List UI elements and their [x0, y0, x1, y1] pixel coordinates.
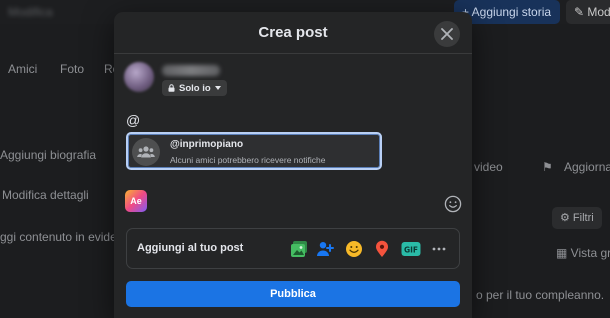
tab-photos[interactable]: Foto: [60, 62, 84, 76]
photo-icon: [291, 241, 307, 257]
grid-view-button[interactable]: ▦ Vista gri: [556, 246, 610, 260]
location-button[interactable]: [372, 239, 392, 259]
dialog-header: Crea post: [114, 12, 472, 54]
pencil-icon: ✎: [574, 5, 588, 19]
filters-icon: ⚙: [560, 212, 573, 224]
birthday-text: o per il tuo compleanno.: [476, 288, 605, 302]
gif-button[interactable]: GIF: [401, 239, 421, 259]
add-to-post-label: Aggiungi al tuo post: [137, 242, 244, 254]
flag-icon: ⚑: [542, 160, 553, 174]
tab-friends[interactable]: Amici: [8, 62, 37, 76]
post-editor[interactable]: @: [126, 112, 140, 128]
publish-button[interactable]: Pubblica: [126, 281, 460, 307]
background-title: Modifica: [8, 5, 53, 19]
mention-suggestion[interactable]: @inprimopiano Alcuni amici potrebbero ri…: [126, 132, 382, 170]
svg-text:GIF: GIF: [404, 246, 418, 255]
feeling-icon: [346, 241, 362, 257]
location-pin-icon: [376, 240, 388, 257]
edit-details-button[interactable]: Modifica dettagli: [2, 188, 89, 202]
mention-name: @inprimopiano: [170, 139, 244, 150]
dialog-title: Crea post: [258, 24, 328, 41]
edit-profile-label: Modifica: [587, 5, 610, 19]
text-background-button[interactable]: Ae: [125, 190, 147, 212]
add-to-post-bar: Aggiungi al tuo post GIF: [126, 228, 460, 269]
user-name-blurred: [162, 65, 220, 76]
tag-people-button[interactable]: [315, 239, 335, 259]
filters-button[interactable]: ⚙ Filtri: [552, 207, 602, 229]
privacy-selector[interactable]: Solo io: [162, 80, 227, 96]
more-icon: [432, 247, 446, 251]
close-button[interactable]: [434, 21, 460, 47]
add-bio-button[interactable]: Aggiungi biografia: [0, 148, 96, 162]
avatar: [124, 62, 154, 92]
grid-view-label: Vista gri: [570, 246, 610, 260]
feeling-button[interactable]: [344, 239, 364, 259]
filters-label: Filtri: [572, 212, 594, 224]
tag-people-icon: [317, 242, 334, 256]
background-manage-label: Aggiorna: [564, 160, 610, 174]
mention-description: Alcuni amici potrebbero ricevere notific…: [170, 155, 326, 165]
more-options-button[interactable]: [429, 239, 449, 259]
background-video-label: video: [474, 160, 503, 174]
lock-icon: [168, 84, 175, 92]
edit-profile-button[interactable]: ✎ Modifica: [566, 0, 610, 24]
chevron-down-icon: [214, 86, 221, 90]
close-icon: [441, 28, 453, 40]
grid-icon: ▦: [556, 246, 571, 260]
privacy-label: Solo io: [179, 82, 211, 94]
create-post-dialog: Crea post Solo io @ @inprimopiano Alcuni…: [114, 12, 472, 318]
group-icon: [132, 138, 160, 166]
emoji-icon[interactable]: [444, 195, 462, 213]
gif-icon: GIF: [401, 242, 421, 256]
photo-video-button[interactable]: [289, 239, 309, 259]
